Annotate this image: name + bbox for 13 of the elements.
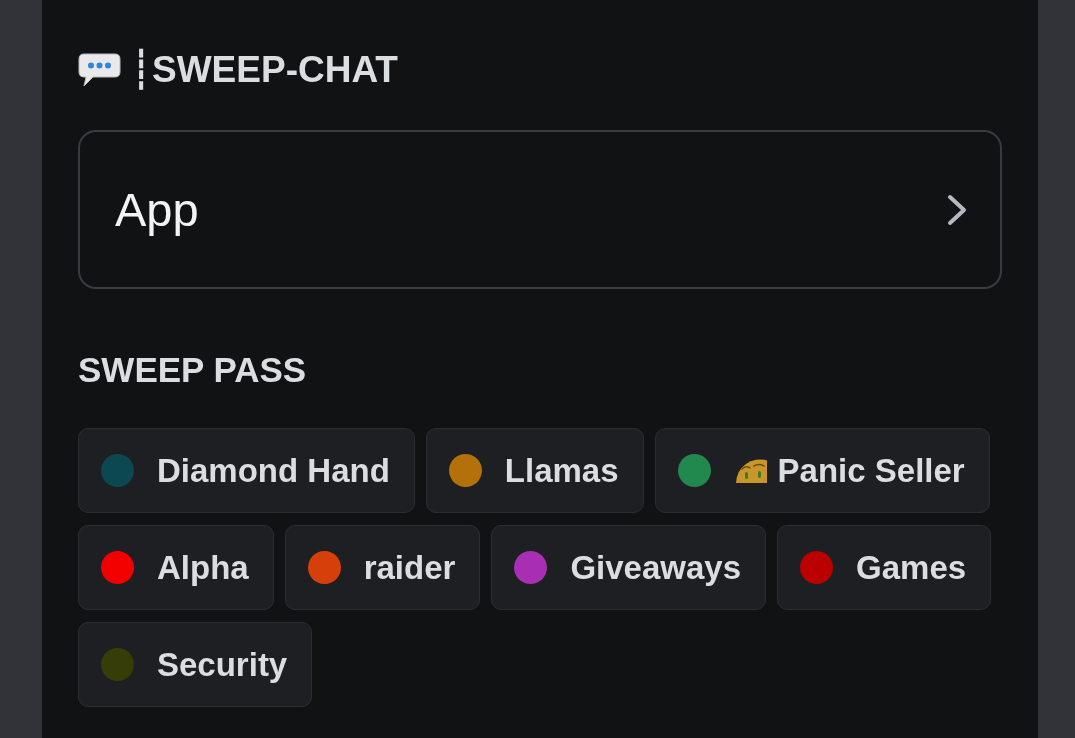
speech-bubble-icon (78, 53, 121, 87)
app-link-button[interactable]: App (78, 130, 1002, 289)
section-heading: SWEEP PASS (78, 350, 307, 390)
role-name: Security (157, 644, 288, 685)
role-name: Diamond Hand (157, 450, 390, 491)
role-name: raider (363, 547, 456, 588)
role-name: Games (856, 547, 967, 588)
role-name: Panic Seller (777, 450, 965, 491)
role-name: Giveaways (570, 547, 741, 588)
chevron-right-icon (947, 193, 967, 226)
role-name: Alpha (157, 547, 249, 588)
channel-title: ┊SWEEP-CHAT (130, 48, 398, 92)
role-name: Llamas (504, 450, 619, 491)
